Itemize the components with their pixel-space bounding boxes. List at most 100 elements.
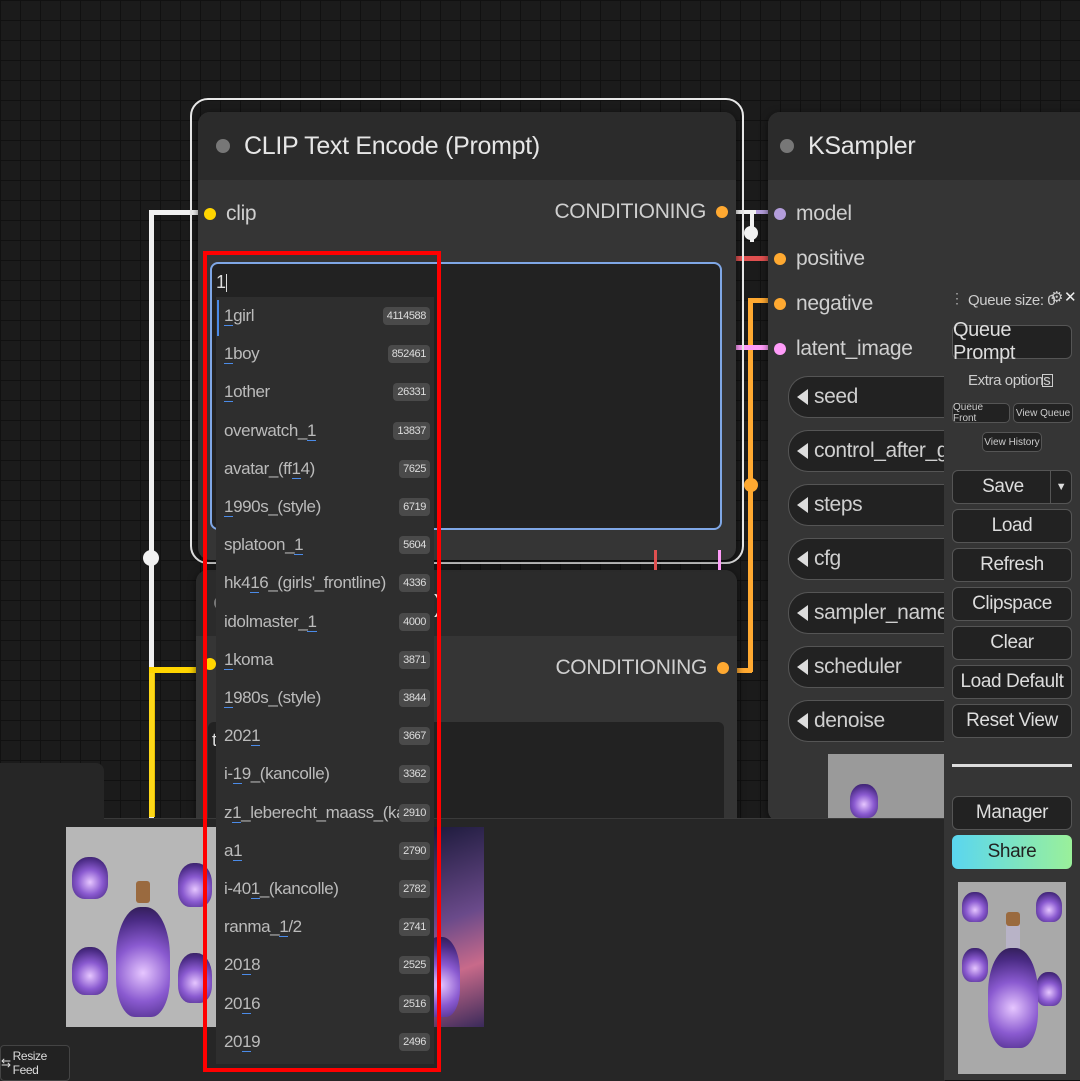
decrement-arrow-icon[interactable] <box>797 443 808 459</box>
view-history-button[interactable]: View History <box>982 432 1042 452</box>
widget-steps[interactable]: steps <box>788 484 964 526</box>
autocomplete-item[interactable]: splatoon_1 5604 <box>216 526 434 564</box>
node-2-title-fragment: ) <box>434 590 443 618</box>
autocomplete-item[interactable]: idolmaster_1 4000 <box>216 603 434 641</box>
ksampler-input-positive[interactable]: positive <box>774 247 865 271</box>
autocomplete-count-badge: 13837 <box>393 421 430 440</box>
autocomplete-suffix: other <box>233 382 270 402</box>
clip-input-label: clip <box>226 202 257 225</box>
wire-yellow-horizontal <box>149 667 201 673</box>
widget-sampler-name[interactable]: sampler_name <box>788 592 964 634</box>
save-dropdown-icon[interactable]: ▼ <box>1050 471 1071 503</box>
autocomplete-item[interactable]: 1980s_(style) 3844 <box>216 679 434 717</box>
autocomplete-prefix: overwatch_ <box>224 420 307 440</box>
decrement-arrow-icon[interactable] <box>797 605 808 621</box>
clip-input-dot[interactable] <box>204 208 216 220</box>
node-2-conditioning-label: CONDITIONING <box>555 656 707 679</box>
ksampler-input-negative[interactable]: negative <box>774 292 873 316</box>
autocomplete-match: 1 <box>307 611 317 632</box>
autocomplete-item[interactable]: 1koma 3871 <box>216 641 434 679</box>
queue-size-label: Queue size: 0 <box>968 292 1056 309</box>
autocomplete-count-badge: 26331 <box>393 383 430 402</box>
autocomplete-item[interactable]: 2019 2496 <box>216 1023 434 1061</box>
autocomplete-item[interactable]: ranma_1/2 2741 <box>216 908 434 946</box>
autocomplete-prefix: hk4 <box>224 573 251 593</box>
widget-seed[interactable]: seed <box>788 376 964 418</box>
autocomplete-item-name: idolmaster_1 <box>216 611 399 632</box>
queue-prompt-button[interactable]: Queue Prompt <box>952 319 1072 364</box>
autocomplete-item[interactable]: 2016 2516 <box>216 985 434 1023</box>
autocomplete-prefix: i- <box>224 764 233 784</box>
autocomplete-count-badge: 4336 <box>399 574 430 593</box>
autocomplete-item[interactable]: 1girl 4114588 <box>216 297 434 335</box>
autocomplete-item[interactable]: overwatch_1 13837 <box>216 412 434 450</box>
latent-input-dot[interactable] <box>774 343 786 355</box>
grid-bottle-4 <box>178 863 212 907</box>
decrement-arrow-icon[interactable] <box>797 551 808 567</box>
decrement-arrow-icon[interactable] <box>797 497 808 513</box>
negative-input-dot[interactable] <box>774 298 786 310</box>
autocomplete-count-badge: 3667 <box>399 727 430 746</box>
autocomplete-prefix: splatoon_ <box>224 535 295 555</box>
extra-options-checkbox[interactable] <box>1042 374 1053 387</box>
resize-feed-button[interactable]: ⇆ Resize Feed <box>0 1045 70 1081</box>
clip-node-title-bar[interactable]: CLIP Text Encode (Prompt) <box>198 112 736 180</box>
share-button[interactable]: Share <box>952 835 1072 869</box>
autocomplete-item[interactable]: avatar_(ff14) 7625 <box>216 450 434 488</box>
autocomplete-match: 1 <box>224 344 234 365</box>
view-queue-button[interactable]: View Queue <box>1013 403 1073 423</box>
positive-input-dot[interactable] <box>774 253 786 265</box>
autocomplete-item[interactable]: i-401_(kancolle) 2782 <box>216 870 434 908</box>
widget-steps-label: steps <box>814 493 863 516</box>
reset-view-button[interactable]: Reset View <box>952 704 1072 738</box>
ksampler-title-bar[interactable]: KSampler <box>768 112 1080 180</box>
decrement-arrow-icon[interactable] <box>797 713 808 729</box>
autocomplete-item[interactable]: z1_leberecht_maass_(kancolle)2910 <box>216 794 434 832</box>
feed-image-bottle-sky[interactable] <box>434 827 484 1027</box>
autocomplete-match: 1 <box>250 573 260 594</box>
model-input-dot[interactable] <box>774 208 786 220</box>
widget-scheduler[interactable]: scheduler <box>788 646 964 688</box>
autocomplete-dropdown[interactable]: 1girl 4114588 1boy 852461 1other 26331 overwat… <box>216 297 434 1064</box>
autocomplete-item-name: 1girl <box>216 306 383 326</box>
widget-control-after-generate[interactable]: control_after_gener <box>788 430 964 472</box>
autocomplete-item[interactable]: 1990s_(style) 6719 <box>216 488 434 526</box>
widget-cfg[interactable]: cfg <box>788 538 964 580</box>
feed-image-grid[interactable] <box>66 827 216 1027</box>
queue-front-button[interactable]: Queue Front <box>952 402 1010 424</box>
node-2-conditioning-slot-dot[interactable] <box>717 662 729 674</box>
autocomplete-prefix: 20 <box>224 1031 243 1051</box>
close-menu-icon[interactable]: ✕ <box>1064 288 1077 306</box>
clip-input-slot[interactable]: clip <box>204 202 257 226</box>
decrement-arrow-icon[interactable] <box>797 659 808 675</box>
autocomplete-item[interactable]: i-19_(kancolle) 3362 <box>216 755 434 793</box>
autocomplete-item[interactable]: 1other 26331 <box>216 373 434 411</box>
resize-icon: ⇆ <box>1 1056 11 1070</box>
load-button[interactable]: Load <box>952 509 1072 543</box>
autocomplete-item[interactable]: hk416_(girls'_frontline) 4336 <box>216 564 434 602</box>
conditioning-output-slot[interactable]: CONDITIONING <box>554 200 728 224</box>
drag-handle-icon[interactable]: ⋮ <box>950 290 964 307</box>
autocomplete-item[interactable]: a1 2790 <box>216 832 434 870</box>
widget-denoise[interactable]: denoise <box>788 700 964 742</box>
decrement-arrow-icon[interactable] <box>797 389 808 405</box>
autocomplete-item[interactable]: 1boy 852461 <box>216 335 434 373</box>
node-2-clip-slot-dot[interactable] <box>204 658 216 670</box>
clear-button[interactable]: Clear <box>952 626 1072 660</box>
menu-preview-image[interactable] <box>958 882 1066 1074</box>
save-button[interactable]: Save ▼ <box>952 470 1072 504</box>
node-2-conditioning-output[interactable]: CONDITIONING <box>555 656 729 680</box>
manager-button[interactable]: Manager <box>952 796 1072 830</box>
autocomplete-item[interactable]: 2021 3667 <box>216 717 434 755</box>
ksampler-input-latent-image[interactable]: latent_image <box>774 337 913 361</box>
autocomplete-item[interactable]: 2018 2525 <box>216 946 434 984</box>
ksampler-input-model[interactable]: model <box>774 202 852 226</box>
clipspace-button[interactable]: Clipspace <box>952 587 1072 621</box>
settings-gear-icon[interactable]: ⚙ <box>1050 288 1063 306</box>
conditioning-output-dot[interactable] <box>716 206 728 218</box>
autocomplete-item-name: 1980s_(style) <box>216 688 399 708</box>
refresh-button[interactable]: Refresh <box>952 548 1072 582</box>
load-default-button[interactable]: Load Default <box>952 665 1072 699</box>
autocomplete-item-name: z1_leberecht_maass_(kancolle) <box>216 802 399 823</box>
autocomplete-suffix: 980s_(style) <box>233 688 321 707</box>
